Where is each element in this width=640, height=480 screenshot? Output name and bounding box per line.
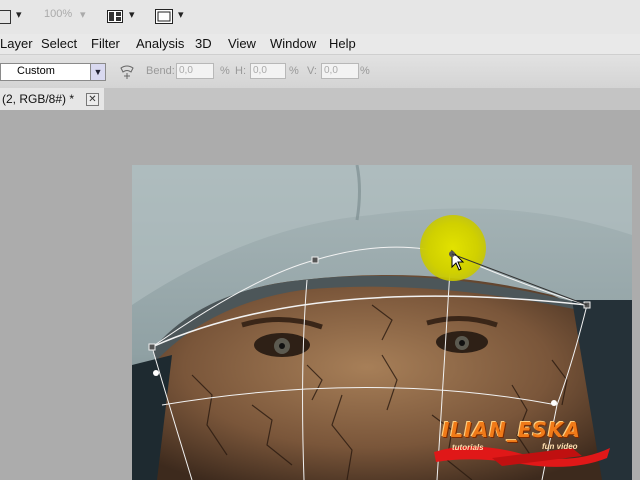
layout-arrow[interactable]: ▾	[129, 8, 135, 21]
bend-unit: %	[220, 65, 230, 77]
v-unit: %	[360, 65, 370, 77]
menu-view[interactable]: View	[228, 36, 256, 51]
document-tab-title: (2, RGB/8#) *	[2, 92, 75, 106]
warp-orientation-icon[interactable]	[119, 64, 135, 80]
view-extras-arrow[interactable]: ▾	[16, 8, 22, 21]
zoom-arrow[interactable]: ▾	[80, 8, 86, 21]
bend-label: Bend:	[146, 65, 175, 77]
screen-mode-icon[interactable]	[155, 9, 173, 24]
watermark-tutorials: tutorials	[452, 443, 484, 452]
watermark-fun-video: fun video	[542, 442, 578, 451]
menu-select[interactable]: Select	[41, 36, 77, 51]
h-input[interactable]: 0,0	[250, 63, 286, 79]
cursor-highlight	[420, 215, 486, 281]
warp-style-value: Custom	[17, 65, 55, 77]
h-label: H:	[235, 65, 246, 77]
bend-input[interactable]: 0,0	[176, 63, 214, 79]
close-icon[interactable]: ✕	[86, 93, 99, 106]
menu-analysis[interactable]: Analysis	[136, 36, 184, 51]
warp-anchor-right	[551, 400, 557, 406]
watermark-logo: ILIAN_ESKA tutorials fun video	[432, 418, 612, 472]
h-unit: %	[289, 65, 299, 77]
document-tab[interactable]: (2, RGB/8#) * ✕	[0, 88, 104, 110]
warp-style-select[interactable]: Custom ▼	[0, 63, 106, 81]
screen-mode-arrow[interactable]: ▾	[178, 8, 184, 21]
menu-help[interactable]: Help	[329, 36, 356, 51]
menu-filter[interactable]: Filter	[91, 36, 120, 51]
document-tab-strip: (2, RGB/8#) * ✕	[0, 88, 640, 110]
layout-icon[interactable]	[107, 10, 123, 23]
options-bar: Custom ▼ Bend: 0,0 % H: 0,0 % V: 0,0 %	[0, 55, 640, 89]
application-bar: ▾ 100% ▾ ▾ ▾	[0, 0, 640, 34]
view-extras-icon[interactable]	[0, 10, 11, 24]
menu-window[interactable]: Window	[270, 36, 316, 51]
chevron-down-icon[interactable]: ▼	[90, 64, 105, 80]
v-input[interactable]: 0,0	[321, 63, 359, 79]
menu-layer[interactable]: Layer	[0, 36, 33, 51]
menu-bar: Layer Select Filter Analysis 3D View Win…	[0, 34, 640, 55]
warp-anchor-left	[153, 370, 159, 376]
menu-3d[interactable]: 3D	[195, 36, 212, 51]
watermark-title: ILIAN_ESKA	[442, 418, 581, 442]
v-label: V:	[307, 65, 317, 77]
zoom-level[interactable]: 100%	[44, 8, 72, 20]
